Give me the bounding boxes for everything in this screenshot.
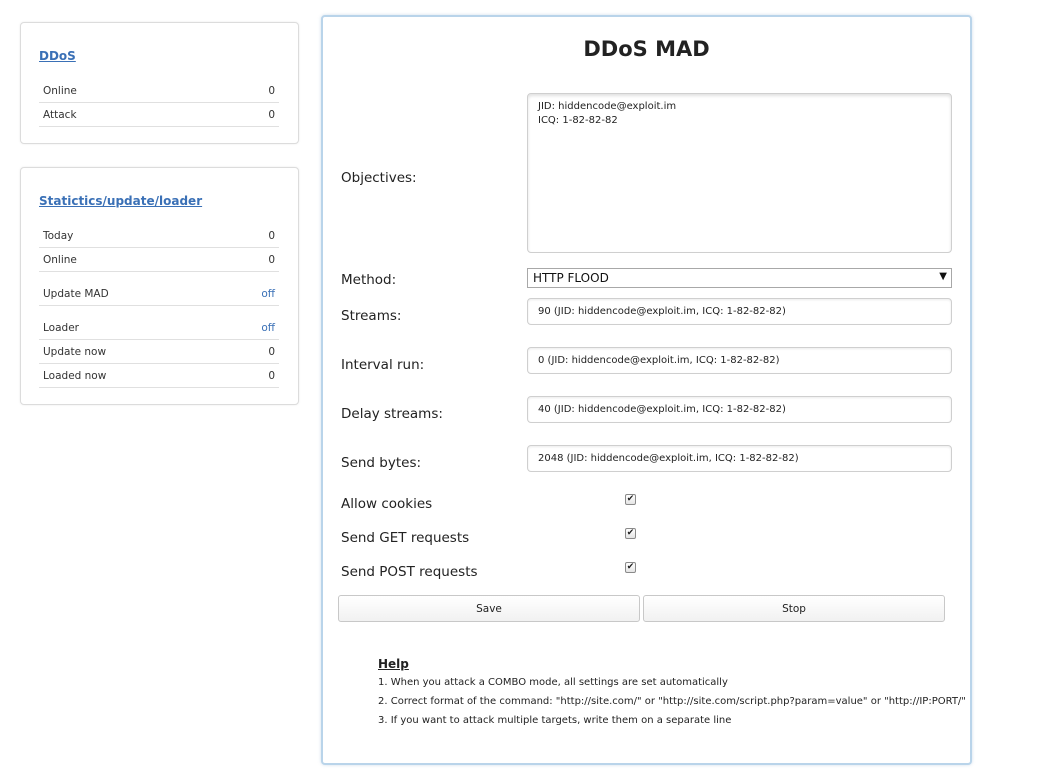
stat-label: Loaded now (43, 369, 107, 382)
interval-run-input[interactable]: 0 (JID: hiddencode@exploit.im, ICQ: 1-82… (527, 347, 952, 374)
stat-value: 0 (268, 253, 275, 266)
objectives-label: Objectives: (341, 170, 417, 186)
send-bytes-label: Send bytes: (341, 455, 422, 471)
ddos-link[interactable]: DDoS (39, 49, 76, 63)
send-post-checkbox[interactable]: ✔ (625, 562, 636, 573)
send-get-checkbox[interactable]: ✔ (625, 528, 636, 539)
ddos-panel: DDoS Online 0 Attack 0 (20, 22, 299, 144)
stop-button[interactable]: Stop (643, 595, 945, 622)
stat-value: 0 (268, 229, 275, 242)
streams-label: Streams: (341, 308, 402, 324)
objectives-textarea[interactable]: JID: hiddencode@exploit.im ICQ: 1-82-82-… (527, 93, 952, 253)
stat-row-online: Online 0 (39, 248, 279, 272)
update-mad-toggle[interactable]: off (261, 288, 275, 300)
stat-row-update-now: Update now 0 (39, 340, 279, 364)
method-selected-value: HTTP FLOOD (533, 271, 609, 285)
stat-value: 0 (268, 108, 275, 121)
loader-toggle[interactable]: off (261, 322, 275, 334)
stat-value: 0 (268, 345, 275, 358)
stat-row-loader: Loader off (39, 316, 279, 340)
method-select[interactable]: HTTP FLOOD ▼ (527, 268, 952, 288)
stat-label: Attack (43, 108, 77, 121)
stat-label: Online (43, 84, 77, 97)
help-title: Help (378, 657, 409, 671)
stat-label: Update now (43, 345, 107, 358)
allow-cookies-checkbox[interactable]: ✔ (625, 494, 636, 505)
allow-cookies-label: Allow cookies (341, 496, 433, 512)
stat-label: Online (43, 253, 77, 266)
stat-label: Today (43, 229, 74, 242)
send-get-label: Send GET requests (341, 530, 470, 546)
page-title: DDoS MAD (583, 37, 710, 61)
stat-row-update-mad: Update MAD off (39, 282, 279, 306)
stat-row-today: Today 0 (39, 224, 279, 248)
ddos-settings-panel: DDoS MAD Objectives: JID: hiddencode@exp… (321, 15, 972, 765)
stat-label: Update MAD (43, 287, 109, 300)
stat-row-online: Online 0 (39, 79, 279, 103)
stat-value: 0 (268, 84, 275, 97)
delay-streams-input[interactable]: 40 (JID: hiddencode@exploit.im, ICQ: 1-8… (527, 396, 952, 423)
interval-run-label: Interval run: (341, 357, 425, 373)
help-line: 3. If you want to attack multiple target… (378, 715, 732, 726)
delay-streams-label: Delay streams: (341, 406, 443, 422)
stats-link[interactable]: Statictics/update/loader (39, 194, 202, 208)
stat-row-loaded-now: Loaded now 0 (39, 364, 279, 388)
streams-input[interactable]: 90 (JID: hiddencode@exploit.im, ICQ: 1-8… (527, 298, 952, 325)
send-bytes-input[interactable]: 2048 (JID: hiddencode@exploit.im, ICQ: 1… (527, 445, 952, 472)
stat-label: Loader (43, 321, 79, 334)
save-button[interactable]: Save (338, 595, 640, 622)
help-line: 1. When you attack a COMBO mode, all set… (378, 677, 728, 688)
chevron-down-icon: ▼ (939, 271, 947, 282)
send-post-label: Send POST requests (341, 564, 478, 580)
method-label: Method: (341, 272, 397, 288)
stats-panel: Statictics/update/loader Today 0 Online … (20, 167, 299, 405)
help-line: 2. Correct format of the command: "http:… (378, 696, 966, 707)
stat-row-attack: Attack 0 (39, 103, 279, 127)
stat-value: 0 (268, 369, 275, 382)
